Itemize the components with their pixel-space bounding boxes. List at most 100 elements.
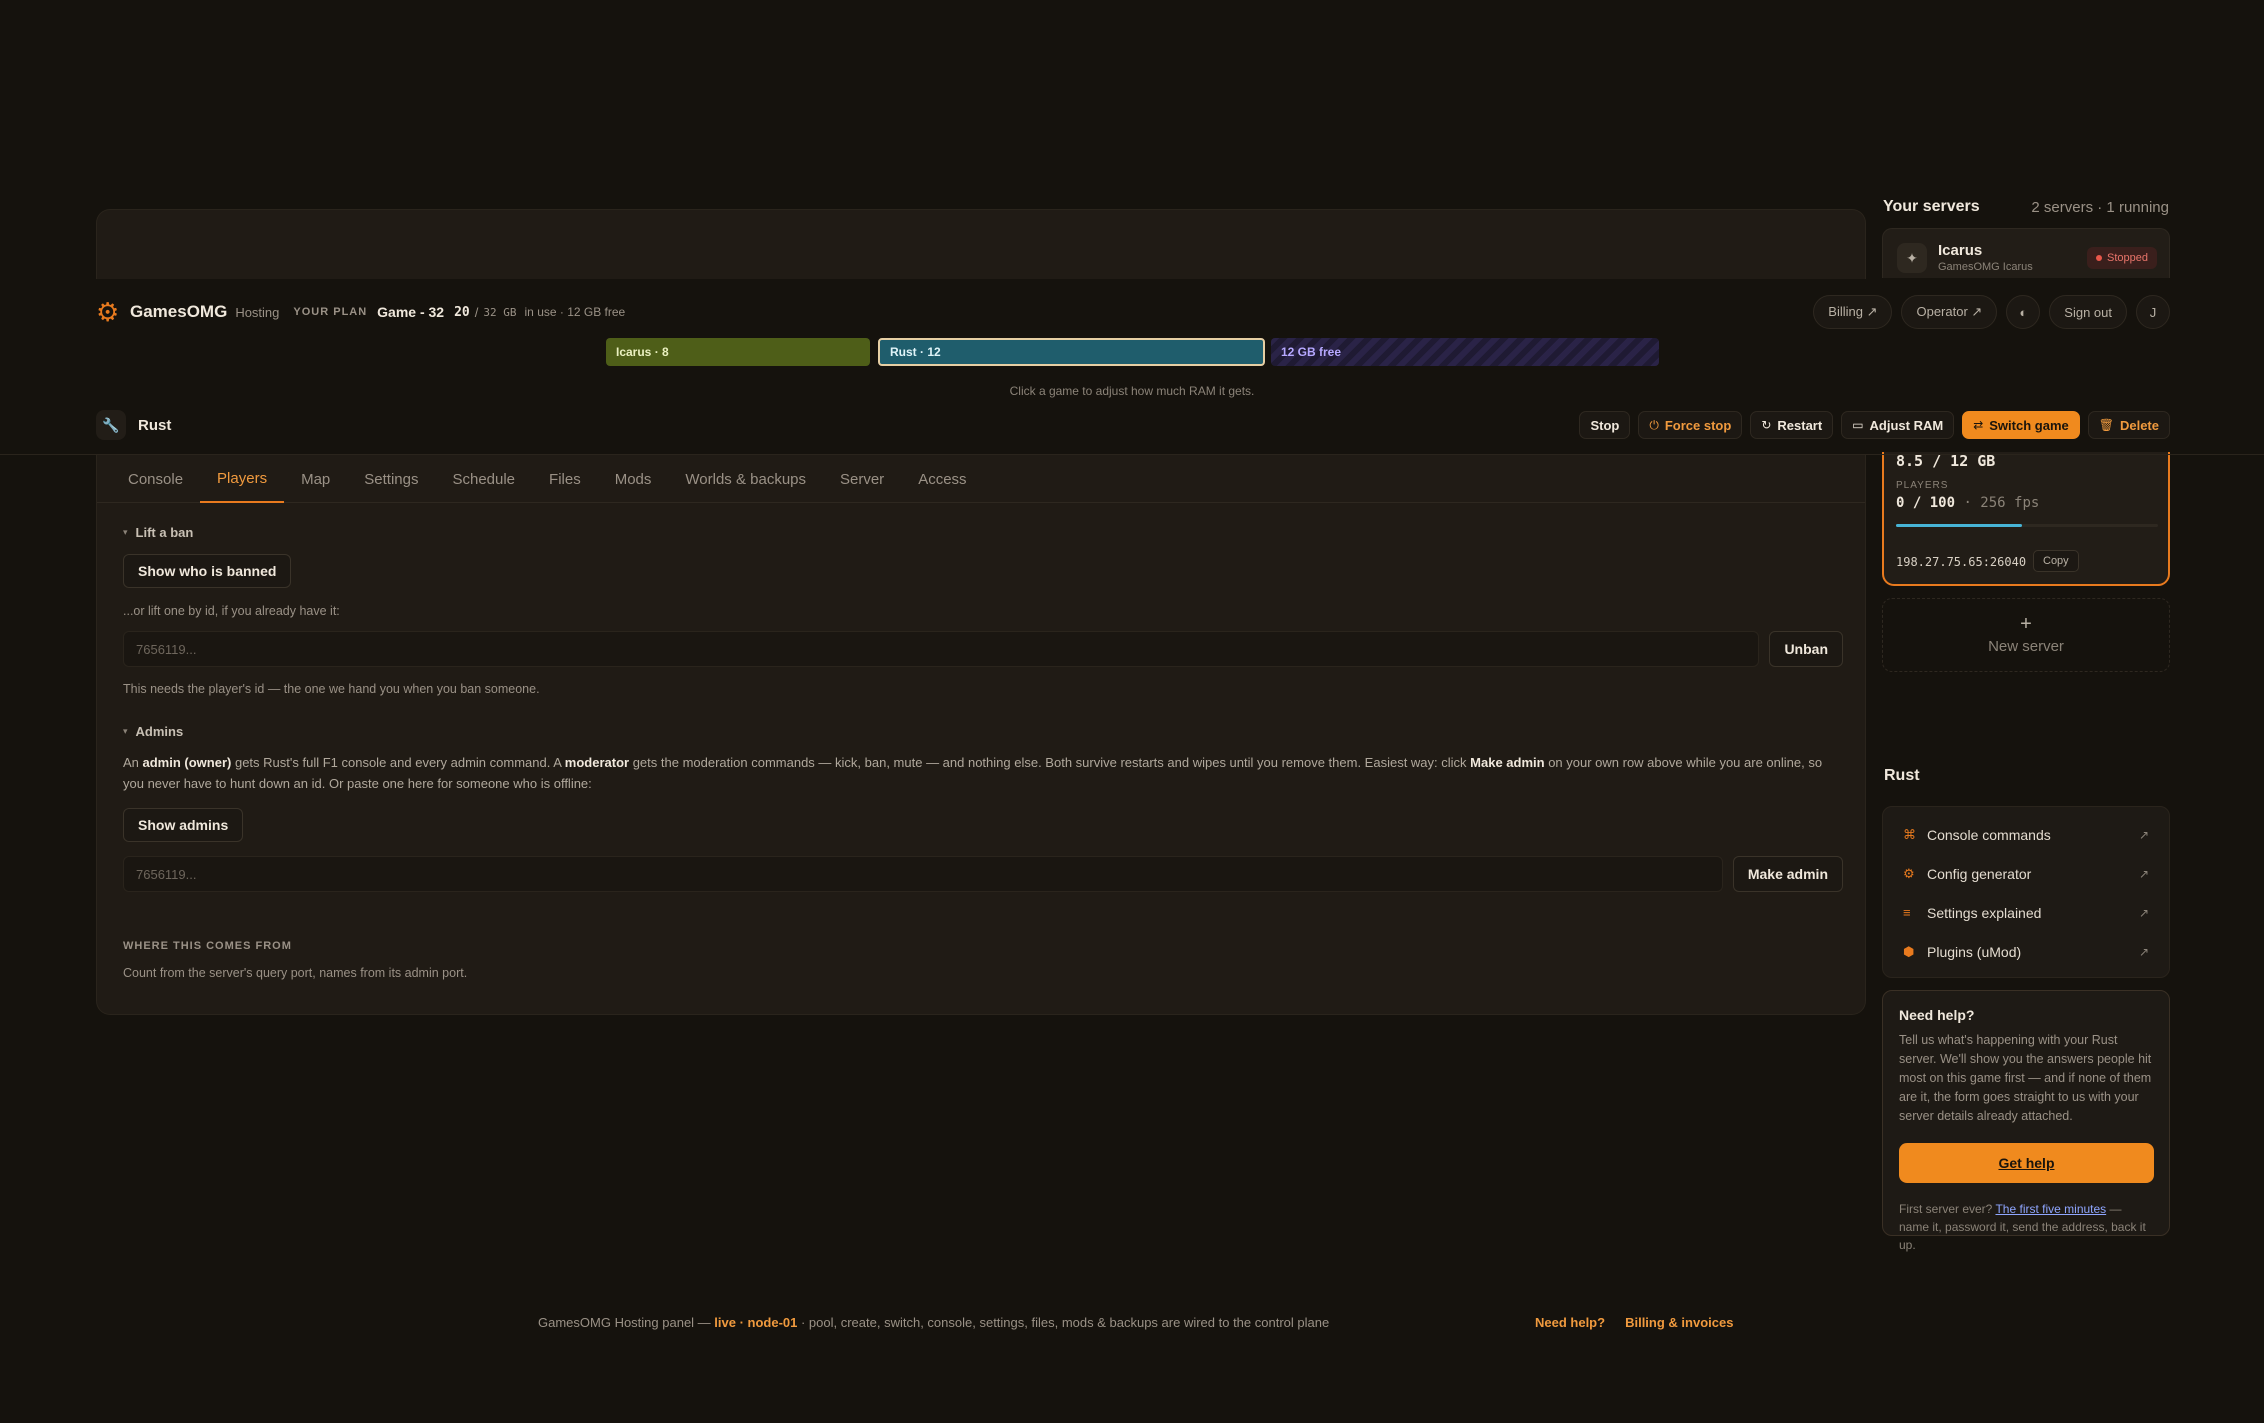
rust-links-heading: Rust xyxy=(1884,767,1920,784)
live-node-indicator: live · node-01 xyxy=(714,1315,798,1330)
header-nav: Billing ↗ Operator ↗ ◐ Sign out J xyxy=(1813,295,2170,329)
lift-ban-heading[interactable]: ▾ Lift a ban xyxy=(123,525,1843,540)
tab-server[interactable]: Server xyxy=(823,455,901,503)
show-banned-button[interactable]: Show who is banned xyxy=(123,554,292,588)
servers-header: Your servers 2 servers · 1 running xyxy=(1883,196,2169,218)
help-title: Need help? xyxy=(1899,1007,1975,1023)
admin-id-input[interactable]: 7656119... xyxy=(123,856,1723,892)
refresh-icon: ↻ xyxy=(1761,418,1772,432)
link-settings-explained[interactable]: ≡ Settings explained ↗ xyxy=(1883,893,2169,932)
ram-segment-icarus[interactable]: Icarus · 8 xyxy=(606,338,870,366)
tab-access[interactable]: Access xyxy=(901,455,983,503)
tab-settings[interactable]: Settings xyxy=(347,455,435,503)
sign-out-button[interactable]: Sign out xyxy=(2049,295,2127,329)
server-subtitle: GamesOMG Icarus xyxy=(1938,261,2033,273)
new-server-label: New server xyxy=(1988,638,2064,655)
panel-top-area xyxy=(96,209,1866,279)
footer-links: Need help? Billing & invoices xyxy=(1535,1315,1733,1330)
status-badge: Stopped xyxy=(2087,247,2157,269)
force-stop-button[interactable]: ⏻ Force stop xyxy=(1638,411,1743,439)
tab-files[interactable]: Files xyxy=(532,455,598,503)
help-footnote: First server ever? The first five minute… xyxy=(1899,1202,2146,1252)
copy-address-button[interactable]: Copy xyxy=(2033,550,2079,572)
tab-mods[interactable]: Mods xyxy=(598,455,669,503)
ram-hint: Click a game to adjust how much RAM it g… xyxy=(1009,384,1255,398)
lift-by-id-text: ...or lift one by id, if you already hav… xyxy=(123,604,340,618)
tab-worlds-backups[interactable]: Worlds & backups xyxy=(668,455,823,503)
external-link-icon: ↗ xyxy=(2138,944,2149,959)
link-config-generator[interactable]: ⚙ Config generator ↗ xyxy=(1883,854,2169,893)
billing-link[interactable]: Billing ↗ xyxy=(1813,295,1893,329)
power-icon: ⏻ xyxy=(1649,417,1659,432)
game-title-bar: 🔧 Rust Stop ⏻ Force stop ↻ Restart ▭ Adjust… xyxy=(96,408,2170,442)
tab-console[interactable]: Console xyxy=(111,455,200,503)
help-box: Need help? Tell us what's happening with… xyxy=(1882,990,2170,1252)
brand-name[interactable]: GamesOMG xyxy=(130,302,227,322)
link-console-commands[interactable]: ⌘ Console commands ↗ xyxy=(1883,815,2169,854)
show-admins-button[interactable]: Show admins xyxy=(123,808,244,842)
fps-value: · 256 fps xyxy=(1955,495,2040,511)
tab-map[interactable]: Map xyxy=(284,455,347,503)
admins-description: An admin (owner) gets Rust's full F1 con… xyxy=(123,755,1823,791)
memory-icon: ▭ xyxy=(1852,418,1864,432)
theme-toggle-icon[interactable]: ◐ xyxy=(2006,295,2041,329)
wrench-icon: 🔧 xyxy=(96,410,126,440)
get-help-button[interactable]: Get help xyxy=(1899,1143,2154,1183)
source-heading: WHERE THIS COMES FROM xyxy=(123,940,292,952)
footer-status: GamesOMG Hosting panel — live · node-01 … xyxy=(538,1315,1330,1330)
ram-segment-rust[interactable]: Rust · 12 xyxy=(878,338,1265,366)
brand-sub: Hosting xyxy=(235,304,280,320)
help-text: Tell us what's happening with your Rust … xyxy=(1899,1033,2152,1123)
stop-button[interactable]: Stop xyxy=(1579,411,1631,439)
server-name: Icarus xyxy=(1938,242,1983,259)
plugin-icon: ⬢ xyxy=(1903,943,1915,959)
external-link-icon: ↗ xyxy=(2138,866,2149,881)
server-card-icarus[interactable]: ✦ Icarus GamesOMG Icarus Stopped xyxy=(1882,228,2170,278)
avatar[interactable]: J xyxy=(2136,295,2170,329)
link-plugins[interactable]: ⬢ Plugins (uMod) ↗ xyxy=(1883,932,2169,971)
list-icon: ≡ xyxy=(1903,905,1911,920)
main-panel: Console Players Map Settings Schedule Fi… xyxy=(96,455,1866,1015)
make-admin-button[interactable]: Make admin xyxy=(1732,856,1843,892)
delete-button[interactable]: 🗑 Delete xyxy=(2087,411,2170,439)
operator-link[interactable]: Operator ↗ xyxy=(1901,295,1998,329)
external-link-icon: ↗ xyxy=(2138,905,2149,920)
gear-logo-icon: ⚙ xyxy=(96,297,120,327)
chevron-down-icon: ▾ xyxy=(123,726,128,736)
swap-icon: ⇄ xyxy=(1973,418,1984,432)
gear-icon: ⚙ xyxy=(1903,865,1915,881)
tab-bar: Console Players Map Settings Schedule Fi… xyxy=(97,455,1865,503)
trash-icon: 🗑 xyxy=(2098,418,2114,432)
plan-label: YOUR PLAN xyxy=(293,306,368,318)
admins-heading[interactable]: ▾ Admins xyxy=(123,724,1843,739)
footer-need-help-link[interactable]: Need help? xyxy=(1535,1315,1605,1330)
command-icon: ⌘ xyxy=(1903,826,1916,842)
new-server-button[interactable]: + New server xyxy=(1882,598,2170,672)
servers-count: 2 servers · 1 running xyxy=(2031,198,2169,216)
external-link-icon: ↗ xyxy=(2138,827,2149,842)
servers-title: Your servers xyxy=(1883,198,1980,215)
top-header: ⚙ GamesOMG Hosting YOUR PLAN Game - 32 2… xyxy=(96,294,2170,330)
adjust-ram-button[interactable]: ▭ Adjust RAM xyxy=(1841,411,1955,439)
first-five-minutes-link[interactable]: The first five minutes xyxy=(1995,1202,2106,1216)
rust-links: ⌘ Console commands ↗ ⚙ Config generator ↗ ≡ S… xyxy=(1882,806,2170,978)
unban-button[interactable]: Unban xyxy=(1769,631,1843,667)
plus-icon: + xyxy=(2020,613,2032,635)
footer-billing-link[interactable]: Billing & invoices xyxy=(1625,1315,1733,1330)
switch-game-button[interactable]: ⇄ Switch game xyxy=(1962,411,2080,439)
server-card-rust[interactable]: 8.5 / 12 GB PLAYERS 0 / 100 · 256 fps 19… xyxy=(1882,452,2170,586)
status-dot-icon xyxy=(2096,255,2103,261)
ram-segment-free: 12 GB free xyxy=(1271,338,1659,366)
plan-used: 20 xyxy=(454,304,470,320)
players-value: 0 / 100 · 256 fps xyxy=(1896,495,2040,511)
tab-schedule[interactable]: Schedule xyxy=(435,455,532,503)
restart-button[interactable]: ↻ Restart xyxy=(1750,411,1834,439)
ban-id-input[interactable]: 7656119... xyxy=(123,631,1760,667)
players-progress-fill xyxy=(1896,524,2022,527)
plan-free: in use · 12 GB free xyxy=(524,305,626,319)
players-label: PLAYERS xyxy=(1896,480,1949,491)
players-progress xyxy=(1896,524,2158,527)
players-content: ▾ Lift a ban Show who is banned ...or lif… xyxy=(123,515,1843,980)
satellite-icon: ✦ xyxy=(1897,243,1927,273)
tab-players[interactable]: Players xyxy=(200,455,285,503)
